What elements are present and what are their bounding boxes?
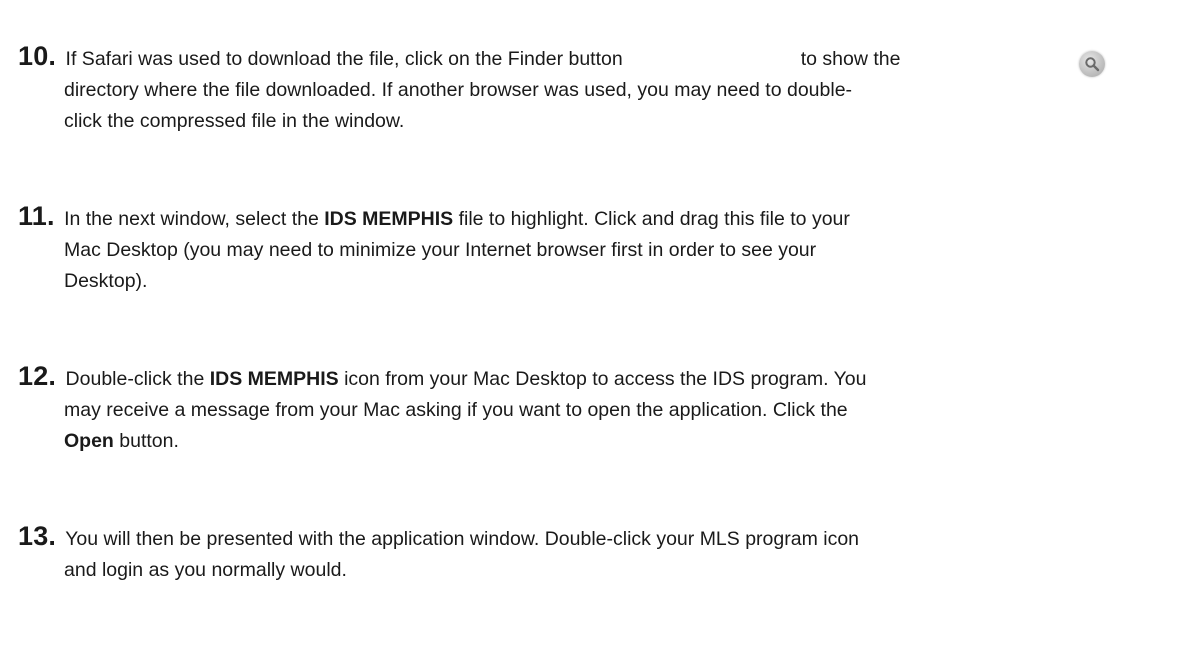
step-text: to show the (800, 48, 901, 70)
step-text: You will then be presented with the appl… (60, 528, 860, 550)
step-10-line-1: 10. If Safari was used to download the f… (18, 41, 1168, 77)
step-text: If Safari was used to download the file,… (60, 48, 623, 70)
step-number: 11. (18, 201, 55, 231)
emphasis-text: IDS MEMPHIS (324, 208, 454, 230)
step-11-line-1: 11. In the next window, select the IDS M… (18, 201, 1168, 235)
step-12-line-2: may receive a message from your Mac aski… (64, 399, 848, 421)
step-11-line-3: Desktop). (64, 270, 148, 292)
step-10-line-3: click the compressed file in the window. (64, 110, 405, 132)
step-10: 10. If Safari was used to download the f… (18, 41, 1168, 137)
step-12-line-3: Open button. (18, 426, 1168, 457)
step-12-line-1: 12. Double-click the IDS MEMPHIS icon fr… (18, 361, 1168, 395)
step-10-line-2: directory where the file downloaded. If … (64, 79, 853, 101)
finder-magnifier-icon (1078, 51, 1105, 77)
step-13-line-1: 13. You will then be presented with the … (18, 521, 1168, 555)
step-number: 13. (18, 521, 57, 551)
emphasis-text: IDS MEMPHIS (209, 368, 339, 390)
step-11-line-2: Mac Desktop (you may need to minimize yo… (64, 239, 817, 261)
step-text: In the next window, select the (58, 208, 325, 230)
step-text: Double-click the (60, 368, 210, 390)
document-page: 10. If Safari was used to download the f… (0, 0, 1188, 666)
step-13-line-2: and login as you normally would. (64, 559, 347, 581)
step-number: 10. (18, 41, 57, 71)
step-13: 13. You will then be presented with the … (18, 521, 1168, 586)
step-text: icon from your Mac Desktop to access the… (338, 368, 867, 390)
step-12: 12. Double-click the IDS MEMPHIS icon fr… (18, 361, 1168, 457)
step-text: button. (113, 430, 179, 452)
step-text: file to highlight. Click and drag this f… (453, 208, 850, 230)
step-11: 11. In the next window, select the IDS M… (18, 201, 1168, 297)
step-number: 12. (18, 361, 57, 391)
emphasis-text: Open (64, 430, 114, 452)
